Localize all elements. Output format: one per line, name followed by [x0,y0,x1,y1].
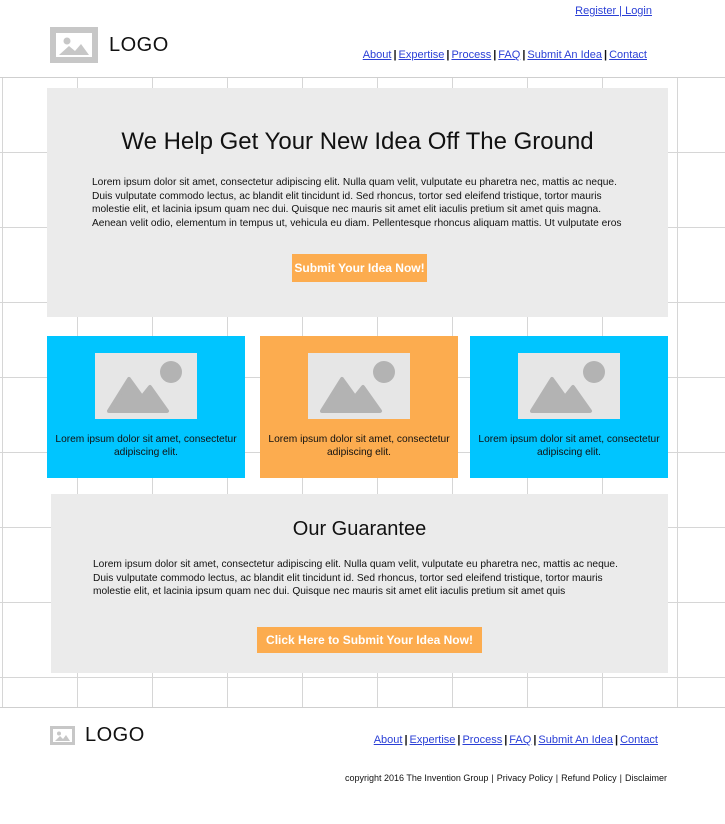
guarantee-title: Our Guarantee [292,518,427,540]
footer-nav-faq[interactable]: FAQ [509,734,531,746]
footer-nav-about[interactable]: About [374,734,403,746]
header-nav: About | Expertise | Process | FAQ | Submit A… [362,49,647,61]
nav-process[interactable]: Process [451,49,491,61]
feature-card-3: Lorem ipsum dolor sit amet, consectetur … [470,336,668,478]
guarantee-body: Lorem ipsum dolor sit amet, consectetur … [93,559,618,597]
disclaimer-link[interactable]: Disclaimer [625,773,667,783]
feature-card-text: Lorem ipsum dolor sit amet, consectetur … [55,434,237,458]
hero-title: We Help Get Your New Idea Off The Ground [121,128,594,155]
footer-nav-expertise[interactable]: Expertise [410,734,456,746]
refund-policy-link[interactable]: Refund Policy [561,773,617,783]
image-placeholder-icon [518,353,620,419]
nav-expertise[interactable]: Expertise [399,49,445,61]
logo-image-icon [50,726,75,745]
image-placeholder-icon [95,353,197,419]
copyright-line: copyright 2016 The Invention Group | Priva… [344,773,667,783]
footer-nav-contact[interactable]: Contact [620,734,658,746]
hero-section: We Help Get Your New Idea Off The Ground… [47,88,668,317]
logo-image-icon [50,27,98,63]
submit-idea-button[interactable]: Submit Your Idea Now! [292,254,427,282]
feature-card-text: Lorem ipsum dolor sit amet, consectetur … [268,434,450,458]
footer-logo-text: LOGO [85,724,145,746]
nav-about[interactable]: About [363,49,392,61]
feature-card-text: Lorem ipsum dolor sit amet, consectetur … [478,434,660,458]
footer-logo[interactable]: LOGO [50,724,145,747]
hero-body: Lorem ipsum dolor sit amet, consectetur … [92,177,622,229]
guarantee-section: Our Guarantee Lorem ipsum dolor sit amet… [51,494,668,673]
header-logo[interactable]: LOGO [50,27,169,63]
feature-card-1: Lorem ipsum dolor sit amet, consectetur … [47,336,245,478]
register-login-link[interactable]: Register | Login [575,5,652,17]
logo-text: LOGO [109,33,169,56]
nav-contact[interactable]: Contact [609,49,647,61]
privacy-policy-link[interactable]: Privacy Policy [497,773,553,783]
image-placeholder-icon [308,353,410,419]
feature-card-2: Lorem ipsum dolor sit amet, consectetur … [260,336,458,478]
footer-nav-process[interactable]: Process [462,734,502,746]
footer-nav-submit-idea[interactable]: Submit An Idea [538,734,613,746]
copyright-text: copyright 2016 The Invention Group [344,773,489,783]
nav-submit-idea[interactable]: Submit An Idea [527,49,602,61]
click-submit-idea-button[interactable]: Click Here to Submit Your Idea Now! [257,627,482,653]
nav-faq[interactable]: FAQ [498,49,520,61]
footer-nav: About | Expertise | Process | FAQ | Submit A… [373,734,658,746]
